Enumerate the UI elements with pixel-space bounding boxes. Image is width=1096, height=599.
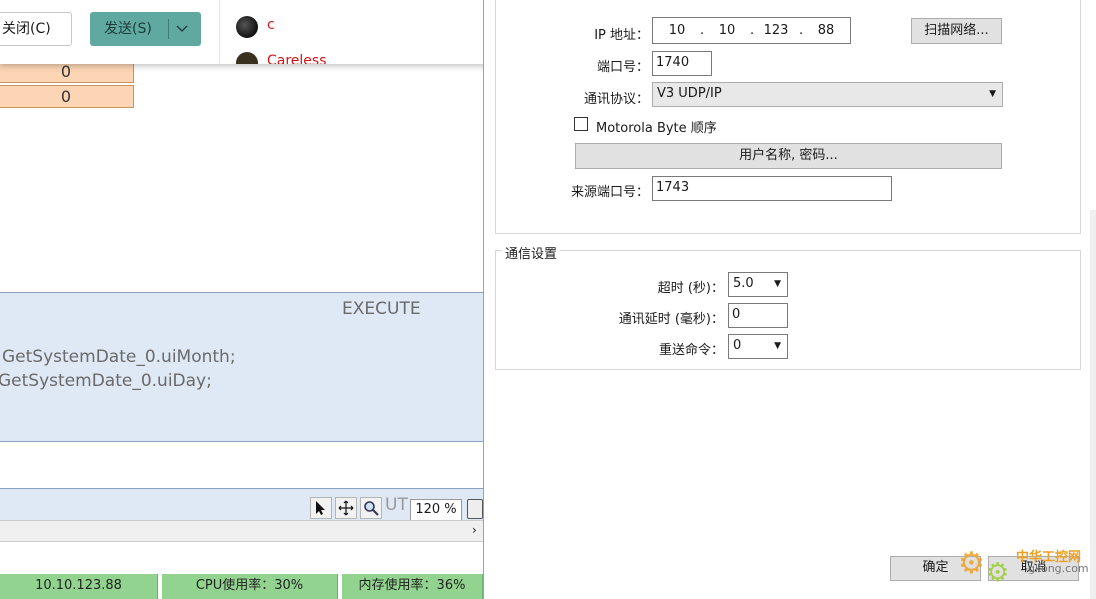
code-line-2: GetSystemDate_0.uiDay; [0, 371, 212, 391]
scan-network-button[interactable]: 扫描网络... [911, 18, 1002, 44]
communication-settings-dialog: IP 地址： 10 . 10 . 123 . 88 扫描网络... 端口号： 1… [483, 0, 1096, 599]
ip-octet-3[interactable]: 123 [758, 19, 794, 43]
comm-settings-title: 通信设置 [502, 243, 561, 262]
protocol-select[interactable]: V3 UDP/IP ▼ [652, 82, 1003, 107]
avatar [236, 52, 258, 64]
code-block[interactable]: EXECUTE GetSystemDate_0.uiMonth; GetSyst… [0, 292, 483, 442]
background-editor: 0 0 EXECUTE GetSystemDate_0.uiMonth; Get… [0, 0, 483, 599]
watermark-logo: ⚙ ⚙ 中华工控网 gkong.com [958, 540, 1089, 592]
ip-label: IP 地址： [594, 28, 649, 43]
scroll-strip[interactable]: › [0, 520, 483, 542]
zoom-level[interactable]: 120 % [410, 499, 462, 521]
execute-label: EXECUTE [342, 299, 421, 319]
close-button[interactable]: 关闭(C) [0, 12, 72, 46]
divider [168, 19, 169, 39]
status-bar: 10.10.123.88 CPU使用率：30% 内存使用率：36% [0, 574, 483, 599]
ip-octet-4[interactable]: 88 [808, 19, 844, 43]
ip-octet-1[interactable]: 10 [659, 19, 695, 43]
contact-item-2[interactable]: Careless [236, 52, 496, 64]
watermark-sub: gkong.com [1028, 562, 1089, 575]
status-cpu: CPU使用率：30% [162, 574, 338, 599]
ip-dot: . [799, 23, 804, 38]
source-port-label: 来源端口号： [570, 185, 649, 200]
timeout-value: 5.0 [733, 276, 754, 291]
delay-field[interactable]: 0 [728, 303, 788, 328]
ip-address-field[interactable]: 10 . 10 . 123 . 88 [652, 17, 851, 44]
timeout-select[interactable]: 5.0 ▼ [728, 272, 788, 297]
delay-label: 通讯延时 (毫秒)： [618, 312, 724, 327]
comm-settings-group [495, 250, 1081, 370]
ip-octet-2[interactable]: 10 [709, 19, 745, 43]
pointer-tool-icon[interactable] [310, 497, 332, 519]
send-label: 发送(S) [104, 21, 152, 37]
toolbar-strip: UT 120 % [0, 488, 483, 521]
source-port-field[interactable]: 1743 [652, 176, 892, 201]
toolbar-text: UT [385, 495, 408, 515]
send-popup: 关闭(C) 发送(S) c Careless ★ [0, 0, 526, 64]
protocol-value: V3 UDP/IP [657, 86, 722, 101]
contact-name: Careless [267, 53, 327, 64]
timeout-label: 超时 (秒)： [657, 281, 724, 296]
print-icon[interactable] [467, 499, 483, 519]
gear-icon: ⚙ [958, 546, 985, 581]
zoom-tool-icon[interactable] [360, 497, 382, 519]
chevron-right-icon[interactable]: › [472, 523, 477, 537]
status-ip: 10.10.123.88 [0, 574, 158, 599]
ip-dot: . [700, 23, 705, 38]
gear-icon: ⚙ [986, 558, 1010, 588]
motorola-checkbox[interactable] [574, 117, 588, 131]
resend-value: 0 [733, 338, 742, 353]
code-line-1: GetSystemDate_0.uiMonth; [2, 347, 236, 367]
send-button[interactable]: 发送(S) [90, 12, 201, 46]
avatar [236, 16, 258, 38]
vertical-scroll-indicator [1090, 210, 1096, 599]
chevron-down-icon[interactable] [176, 12, 188, 59]
contact-name: c [267, 17, 275, 33]
protocol-label: 通讯协议： [583, 92, 649, 107]
port-label: 端口号： [596, 60, 649, 75]
port-field[interactable]: 1740 [652, 51, 712, 76]
dropdown-arrow-icon: ▼ [774, 279, 781, 289]
resend-label: 重送命令： [658, 343, 724, 358]
move-tool-icon[interactable] [335, 497, 357, 519]
resend-select[interactable]: 0 ▼ [728, 334, 788, 359]
ip-dot: . [750, 23, 755, 38]
contact-item-1[interactable]: c [236, 16, 496, 40]
dropdown-arrow-icon: ▼ [774, 341, 781, 351]
popup-separator [219, 0, 220, 64]
value-cell-2[interactable]: 0 [0, 85, 134, 108]
status-memory: 内存使用率：36% [342, 574, 483, 599]
dropdown-arrow-icon: ▼ [989, 89, 996, 99]
motorola-label: Motorola Byte 顺序 [596, 121, 717, 136]
credentials-button[interactable]: 用户名称, 密码... [575, 143, 1002, 169]
